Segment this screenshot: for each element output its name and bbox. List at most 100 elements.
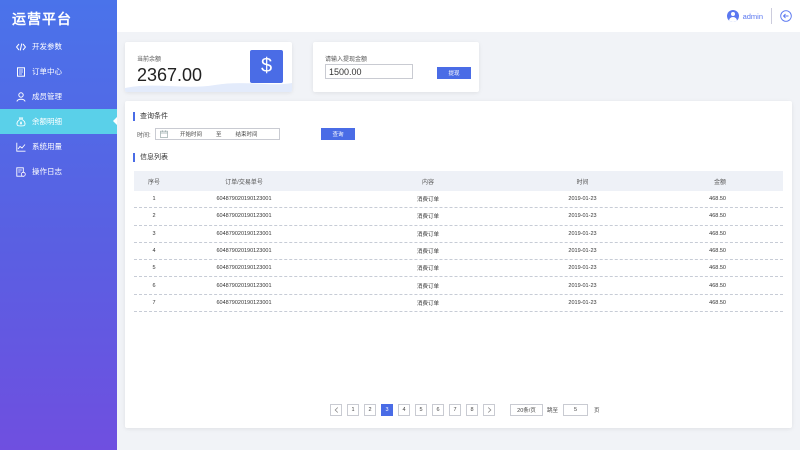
next-page-button[interactable] xyxy=(483,404,495,416)
main-panel: 查询条件 时间: 开始时间 至 结束时间 查询 信息列表 序号 订单/交易单号 … xyxy=(125,101,792,428)
row-index: 6 xyxy=(152,282,156,289)
line-chart-icon xyxy=(16,142,26,152)
row-index: 2 xyxy=(152,213,156,220)
sidebar-item-label: 操作日志 xyxy=(32,167,62,176)
page-size-select[interactable]: 20条/页 xyxy=(510,404,543,416)
table-row: 3 604879020190123001 消费订单 2019-01-23 468… xyxy=(134,226,783,243)
order-number: 604879020190123001 xyxy=(216,265,272,272)
column-header: 序号 xyxy=(147,179,160,186)
row-index: 7 xyxy=(152,299,156,306)
username[interactable]: admin xyxy=(743,12,763,21)
logout-icon[interactable] xyxy=(780,10,792,22)
query-button[interactable]: 查询 xyxy=(321,128,355,140)
page-button-7[interactable]: 7 xyxy=(449,404,461,416)
withdraw-button[interactable]: 提现 xyxy=(437,67,471,79)
row-time: 2019-01-23 xyxy=(568,299,597,306)
balance-label: 当前余额 xyxy=(137,57,162,63)
end-time-field[interactable]: 结束时间 xyxy=(236,130,258,138)
page-button-1[interactable]: 1 xyxy=(347,404,359,416)
row-index: 1 xyxy=(152,196,156,203)
sidebar-item-label: 余额明细 xyxy=(32,117,62,126)
row-amount: 468.50 xyxy=(709,230,726,237)
avatar[interactable] xyxy=(727,10,739,22)
withdraw-amount-input[interactable] xyxy=(325,64,413,79)
row-index: 5 xyxy=(152,265,156,272)
row-time: 2019-01-23 xyxy=(568,196,597,203)
calendar-icon xyxy=(160,130,168,138)
column-header: 金额 xyxy=(713,179,726,186)
page-unit-label: 页 xyxy=(594,408,600,414)
jump-label: 跳至 xyxy=(547,408,559,414)
start-time-field[interactable]: 开始时间 xyxy=(180,130,202,138)
sidebar-item-orders[interactable]: 订单中心 xyxy=(0,59,117,84)
row-time: 2019-01-23 xyxy=(568,248,597,255)
row-amount: 468.50 xyxy=(709,265,726,272)
column-header: 内容 xyxy=(421,179,434,186)
sidebar-nav: 开发参数 订单中心 成员管理 余额明细 系统用量 操作日志 xyxy=(0,34,117,184)
code-icon xyxy=(16,42,26,52)
range-separator: 至 xyxy=(216,132,222,138)
page-button-8[interactable]: 8 xyxy=(466,404,478,416)
row-index: 3 xyxy=(152,230,156,237)
sidebar-item-dev-params[interactable]: 开发参数 xyxy=(0,34,117,59)
table-row: 4 604879020190123001 消费订单 2019-01-23 468… xyxy=(134,243,783,261)
order-number: 604879020190123001 xyxy=(216,196,272,203)
row-content: 消费订单 xyxy=(416,214,439,221)
money-bag-icon xyxy=(16,117,26,127)
chevron-right-icon xyxy=(487,407,491,413)
dollar-icon: $ xyxy=(250,50,283,83)
list-section-title: 信息列表 xyxy=(133,153,168,162)
row-amount: 468.50 xyxy=(709,248,726,255)
page-button-6[interactable]: 6 xyxy=(432,404,444,416)
row-time: 2019-01-23 xyxy=(568,282,597,289)
sidebar-item-label: 系统用量 xyxy=(32,142,62,151)
row-time: 2019-01-23 xyxy=(568,230,597,237)
row-content: 消费订单 xyxy=(416,249,439,256)
row-amount: 468.50 xyxy=(709,299,726,306)
pagination: 1 2 3 4 5 6 7 8 20条/页 跳至 5 页 xyxy=(330,404,600,416)
table-header: 序号 订单/交易单号 内容 时间 金额 xyxy=(134,171,783,191)
divider xyxy=(771,8,772,24)
info-table: 序号 订单/交易单号 内容 时间 金额 1 604879020190123001… xyxy=(134,171,783,313)
sidebar: 运营平台 开发参数 订单中心 成员管理 余额明细 系统用量 操作日志 xyxy=(0,0,117,450)
page-button-3[interactable]: 3 xyxy=(381,404,393,416)
column-header: 时间 xyxy=(576,179,589,186)
table-row: 1 604879020190123001 消费订单 2019-01-23 468… xyxy=(134,191,783,209)
sidebar-item-label: 订单中心 xyxy=(32,67,62,76)
time-label: 时间: xyxy=(137,133,151,139)
order-number: 604879020190123001 xyxy=(216,230,272,237)
page-button-5[interactable]: 5 xyxy=(415,404,427,416)
table-row: 7 604879020190123001 消费订单 2019-01-23 468… xyxy=(134,295,783,313)
row-content: 消费订单 xyxy=(416,283,439,290)
row-content: 消费订单 xyxy=(416,266,439,273)
date-range-picker[interactable]: 开始时间 至 结束时间 xyxy=(155,128,280,140)
table-row: 2 604879020190123001 消费订单 2019-01-23 468… xyxy=(134,208,783,226)
page-button-2[interactable]: 2 xyxy=(364,404,376,416)
sidebar-item-usage[interactable]: 系统用量 xyxy=(0,134,117,159)
jump-page-input[interactable]: 5 xyxy=(563,404,589,416)
row-index: 4 xyxy=(152,248,156,255)
document-icon xyxy=(16,66,26,77)
top-bar: admin xyxy=(117,0,800,32)
active-indicator xyxy=(113,117,117,125)
balance-card: 当前余额 2367.00 $ xyxy=(125,42,292,92)
prev-page-button[interactable] xyxy=(330,404,342,416)
row-amount: 468.50 xyxy=(709,213,726,220)
order-number: 604879020190123001 xyxy=(216,282,272,289)
sidebar-item-balance-details[interactable]: 余额明细 xyxy=(0,109,117,134)
app-title: 运营平台 xyxy=(12,11,72,27)
column-header: 订单/交易单号 xyxy=(225,179,263,186)
sidebar-item-members[interactable]: 成员管理 xyxy=(0,84,117,109)
sidebar-item-label: 成员管理 xyxy=(32,92,62,101)
order-number: 604879020190123001 xyxy=(216,213,272,220)
order-number: 604879020190123001 xyxy=(216,248,272,255)
withdraw-label: 请输入提现金额 xyxy=(325,57,368,63)
table-row: 6 604879020190123001 消费订单 2019-01-23 468… xyxy=(134,277,783,295)
withdraw-card: 请输入提现金额 提现 xyxy=(313,42,479,92)
order-number: 604879020190123001 xyxy=(216,299,272,306)
page-button-4[interactable]: 4 xyxy=(398,404,410,416)
chevron-left-icon xyxy=(334,407,338,413)
row-content: 消费订单 xyxy=(416,197,439,204)
row-content: 消费订单 xyxy=(416,300,439,307)
sidebar-item-logs[interactable]: 操作日志 xyxy=(0,159,117,184)
